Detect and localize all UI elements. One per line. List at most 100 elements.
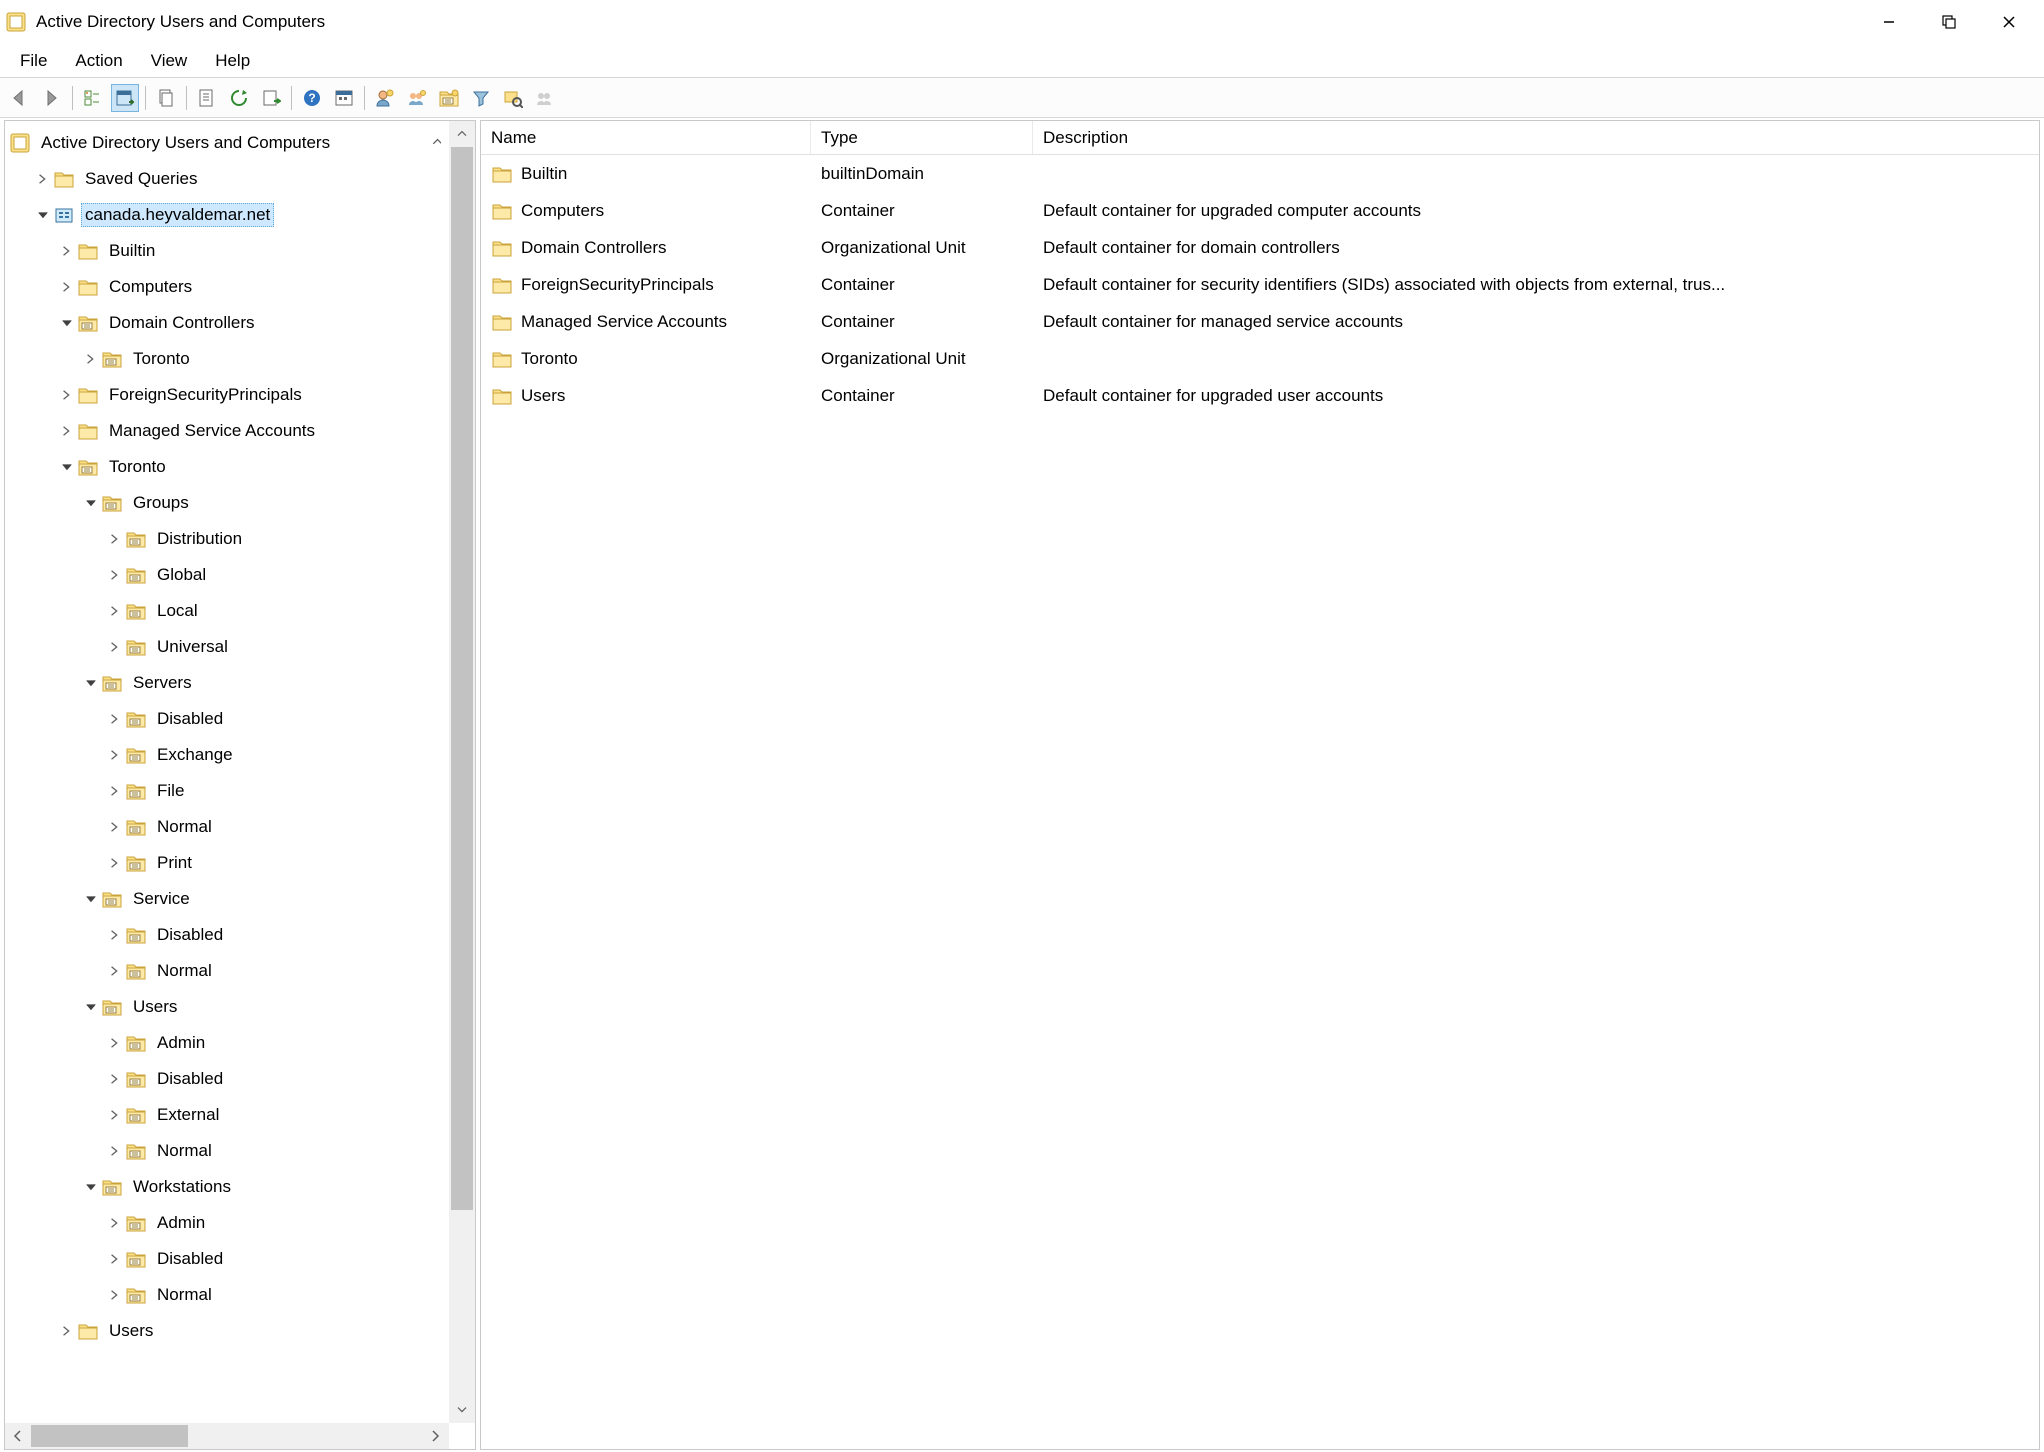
expand-toggle-icon[interactable]: [57, 457, 77, 477]
tree-node-dc[interactable]: Domain Controllers: [5, 305, 475, 341]
tree-node-u-ext[interactable]: External: [5, 1097, 475, 1133]
help-button[interactable]: [298, 84, 326, 112]
tree-node-users-ou[interactable]: Users: [5, 989, 475, 1025]
tree-node-svc-dis[interactable]: Disabled: [5, 917, 475, 953]
tree-node-s-file[interactable]: File: [5, 773, 475, 809]
expand-toggle-icon[interactable]: [81, 889, 101, 909]
tree-node-u-dis[interactable]: Disabled: [5, 1061, 475, 1097]
expand-toggle-icon[interactable]: [57, 385, 77, 405]
expand-toggle-icon[interactable]: [105, 781, 125, 801]
refresh-button[interactable]: [225, 84, 253, 112]
tree-horizontal-scrollbar[interactable]: [5, 1423, 449, 1449]
expand-toggle-icon[interactable]: [57, 313, 77, 333]
menu-file[interactable]: File: [8, 47, 59, 75]
tree-node-g-univ[interactable]: Universal: [5, 629, 475, 665]
tree-node-u-norm[interactable]: Normal: [5, 1133, 475, 1169]
find-button[interactable]: [499, 84, 527, 112]
list-row[interactable]: Managed Service AccountsContainerDefault…: [481, 303, 2039, 340]
tree-node-servers[interactable]: Servers: [5, 665, 475, 701]
tree-node-g-global[interactable]: Global: [5, 557, 475, 593]
tree-node-s-dis[interactable]: Disabled: [5, 701, 475, 737]
nav-back-button[interactable]: [6, 84, 34, 112]
tree-node-w-norm[interactable]: Normal: [5, 1277, 475, 1313]
copy-button[interactable]: [152, 84, 180, 112]
expand-toggle-icon[interactable]: [105, 1069, 125, 1089]
expand-toggle-icon[interactable]: [81, 673, 101, 693]
tree-node-s-exch[interactable]: Exchange: [5, 737, 475, 773]
column-header-type[interactable]: Type: [811, 121, 1033, 154]
expand-toggle-icon[interactable]: [105, 745, 125, 765]
tree-node-w-dis[interactable]: Disabled: [5, 1241, 475, 1277]
expand-toggle-icon[interactable]: [105, 1105, 125, 1125]
expand-toggle-icon[interactable]: [33, 205, 53, 225]
filter-button[interactable]: [467, 84, 495, 112]
tree-node-s-norm[interactable]: Normal: [5, 809, 475, 845]
tree-scroll-right-button[interactable]: [423, 1423, 449, 1449]
tree-node-toronto[interactable]: Toronto: [5, 449, 475, 485]
tree-node-wkst[interactable]: Workstations: [5, 1169, 475, 1205]
expand-toggle-icon[interactable]: [105, 529, 125, 549]
expand-toggle-icon[interactable]: [105, 961, 125, 981]
list-row[interactable]: ComputersContainerDefault container for …: [481, 192, 2039, 229]
expand-toggle-icon[interactable]: [105, 709, 125, 729]
expand-toggle-icon[interactable]: [57, 241, 77, 261]
tree-node-msa[interactable]: Managed Service Accounts: [5, 413, 475, 449]
export-list-button[interactable]: [257, 84, 285, 112]
new-user-button[interactable]: [371, 84, 399, 112]
new-ou-button[interactable]: [435, 84, 463, 112]
tree-node-u-admin[interactable]: Admin: [5, 1025, 475, 1061]
tree-root[interactable]: Active Directory Users and Computers: [5, 125, 475, 161]
expand-toggle-icon[interactable]: [105, 817, 125, 837]
tree-node-service[interactable]: Service: [5, 881, 475, 917]
column-header-description[interactable]: Description: [1033, 121, 2039, 154]
tree-node-domain[interactable]: canada.heyvaldemar.net: [5, 197, 475, 233]
expand-toggle-icon[interactable]: [105, 637, 125, 657]
tree-scroll-up-button[interactable]: [449, 121, 475, 147]
tree-node-builtin[interactable]: Builtin: [5, 233, 475, 269]
expand-toggle-icon[interactable]: [105, 925, 125, 945]
expand-toggle-icon[interactable]: [105, 1213, 125, 1233]
expand-toggle-icon[interactable]: [81, 493, 101, 513]
expand-toggle-icon[interactable]: [57, 421, 77, 441]
expand-toggle-icon[interactable]: [57, 1321, 77, 1341]
expand-toggle-icon[interactable]: [105, 1033, 125, 1053]
tree-scroll-thumb-y[interactable]: [451, 147, 473, 1210]
expand-toggle-icon[interactable]: [33, 169, 53, 189]
column-header-name[interactable]: Name: [481, 121, 811, 154]
tree-node-fsp[interactable]: ForeignSecurityPrincipals: [5, 377, 475, 413]
minimize-button[interactable]: [1860, 2, 1918, 42]
expand-toggle-icon[interactable]: [105, 1285, 125, 1305]
tree-scroll-left-button[interactable]: [5, 1423, 31, 1449]
menu-view[interactable]: View: [139, 47, 200, 75]
expand-toggle-icon[interactable]: [57, 277, 77, 297]
large-icons-button[interactable]: [330, 84, 358, 112]
expand-toggle-icon[interactable]: [81, 1177, 101, 1197]
tree-node-svc-norm[interactable]: Normal: [5, 953, 475, 989]
tree-node-s-print[interactable]: Print: [5, 845, 475, 881]
list-row[interactable]: UsersContainerDefault container for upgr…: [481, 377, 2039, 414]
menu-action[interactable]: Action: [63, 47, 134, 75]
expand-toggle-icon[interactable]: [81, 349, 101, 369]
list-row[interactable]: BuiltinbuiltinDomain: [481, 155, 2039, 192]
nav-forward-button[interactable]: [38, 84, 66, 112]
expand-toggle-icon[interactable]: [105, 565, 125, 585]
tree-vertical-scrollbar[interactable]: [449, 121, 475, 1423]
show-hide-tree-button[interactable]: [79, 84, 107, 112]
tree-node-w-admin[interactable]: Admin: [5, 1205, 475, 1241]
tree-node-g-local[interactable]: Local: [5, 593, 475, 629]
tree-node-saved-queries[interactable]: Saved Queries: [5, 161, 475, 197]
tree-scroll-thumb-x[interactable]: [31, 1425, 188, 1447]
list-row[interactable]: ForeignSecurityPrincipalsContainerDefaul…: [481, 266, 2039, 303]
close-button[interactable]: [1980, 2, 2038, 42]
menu-help[interactable]: Help: [203, 47, 262, 75]
expand-toggle-icon[interactable]: [105, 1141, 125, 1161]
expand-toggle-icon[interactable]: [105, 1249, 125, 1269]
tree-node-groups[interactable]: Groups: [5, 485, 475, 521]
expand-toggle-icon[interactable]: [105, 601, 125, 621]
expand-toggle-icon[interactable]: [81, 997, 101, 1017]
properties-window-button[interactable]: [111, 84, 139, 112]
tree-node-dc-toronto[interactable]: Toronto: [5, 341, 475, 377]
maximize-button[interactable]: [1920, 2, 1978, 42]
list-row[interactable]: TorontoOrganizational Unit: [481, 340, 2039, 377]
new-group-button[interactable]: [403, 84, 431, 112]
